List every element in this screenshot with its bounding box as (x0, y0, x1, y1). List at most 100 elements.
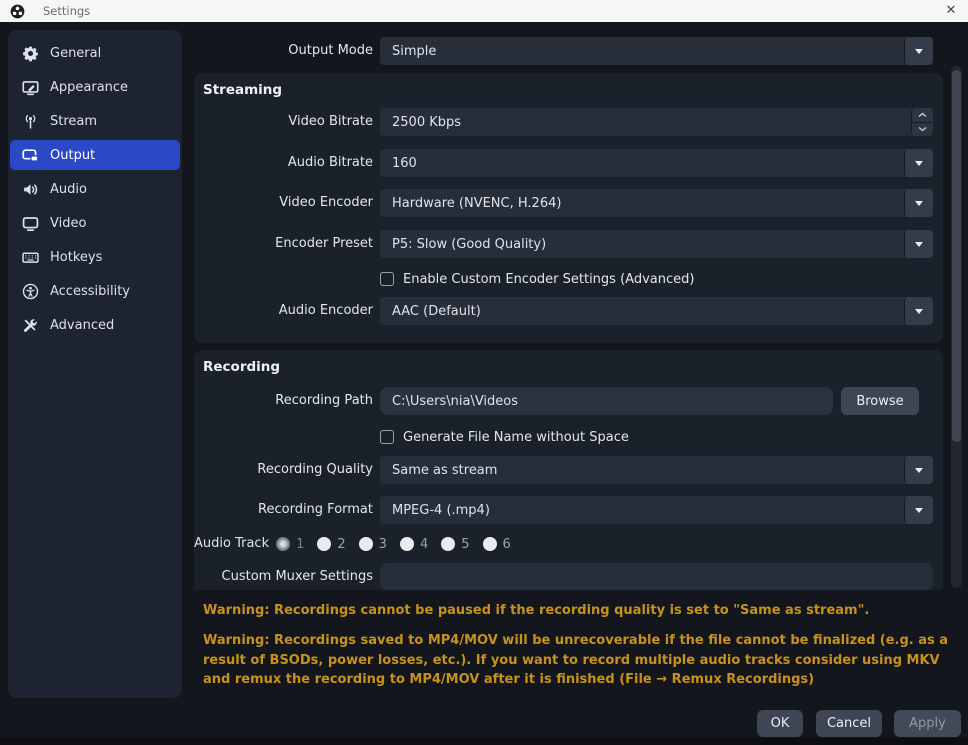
browse-button[interactable]: Browse (841, 387, 919, 415)
audio-track-option-3[interactable]: 3 (359, 537, 387, 552)
settings-window: Settings ✕ General Appearance Stream Out… (0, 0, 968, 745)
sidebar-item-stream[interactable]: Stream (10, 106, 180, 136)
sidebar-item-output[interactable]: Output (10, 140, 180, 170)
stream-icon (22, 113, 39, 130)
sidebar-item-advanced[interactable]: Advanced (10, 310, 180, 340)
audio-track-option-6[interactable]: 6 (483, 537, 511, 552)
video-encoder-value: Hardware (NVENC, H.264) (392, 196, 561, 211)
recording-header: Recording (203, 359, 280, 375)
encoder-preset-value: P5: Slow (Good Quality) (392, 237, 546, 252)
streaming-header: Streaming (203, 82, 282, 98)
spinner-buttons (911, 108, 933, 136)
chevron-down-icon[interactable] (904, 189, 933, 217)
spin-down-icon[interactable] (912, 123, 933, 137)
audio-encoder-select[interactable]: AAC (Default) (380, 297, 933, 325)
sidebar-item-accessibility[interactable]: Accessibility (10, 276, 180, 306)
custom-muxer-input[interactable] (380, 563, 933, 590)
cancel-button[interactable]: Cancel (816, 710, 882, 737)
ok-button[interactable]: OK (757, 710, 803, 737)
sidebar-item-label: Appearance (50, 80, 128, 95)
recording-format-row: Recording Format MPEG-4 (.mp4) (194, 496, 933, 524)
output-mode-label: Output Mode (0, 37, 373, 65)
apply-button[interactable]: Apply (894, 710, 961, 737)
radio-icon[interactable] (441, 537, 455, 551)
window-bottom-edge (0, 738, 968, 745)
encoder-preset-row: Encoder Preset P5: Slow (Good Quality) (194, 230, 933, 258)
custom-encoder-settings-label: Enable Custom Encoder Settings (Advanced… (403, 272, 694, 287)
vertical-scrollbar[interactable] (951, 66, 962, 588)
close-icon[interactable]: ✕ (941, 1, 961, 21)
output-icon (22, 147, 39, 164)
audio-encoder-row: Audio Encoder AAC (Default) (194, 297, 933, 325)
chevron-down-icon[interactable] (904, 496, 933, 524)
recording-format-label: Recording Format (194, 496, 373, 524)
sidebar-item-label: Output (50, 148, 95, 163)
audio-encoder-value: AAC (Default) (392, 304, 481, 319)
recording-quality-value: Same as stream (392, 463, 497, 478)
recording-groupbox: Recording Recording Path Browse Generate… (194, 350, 943, 590)
audio-bitrate-select[interactable]: 160 (380, 149, 933, 177)
hotkeys-icon (22, 249, 39, 266)
encoder-preset-select[interactable]: P5: Slow (Good Quality) (380, 230, 933, 258)
appearance-icon (22, 79, 39, 96)
custom-encoder-settings-row: Enable Custom Encoder Settings (Advanced… (380, 271, 694, 287)
recording-path-label: Recording Path (194, 387, 373, 415)
audio-track-option-1[interactable]: 1 (276, 537, 304, 552)
radio-selected-icon[interactable] (276, 537, 290, 551)
custom-encoder-settings-checkbox[interactable] (380, 272, 394, 286)
sidebar-item-appearance[interactable]: Appearance (10, 72, 180, 102)
sidebar-item-label: Audio (50, 182, 87, 197)
window-title: Settings (43, 4, 90, 18)
output-mode-row: Output Mode Simple (0, 37, 933, 65)
filename-without-space-row: Generate File Name without Space (380, 429, 629, 445)
video-bitrate-spinner[interactable]: 2500 Kbps (380, 108, 933, 136)
radio-icon[interactable] (317, 537, 331, 551)
audio-track-option-4[interactable]: 4 (400, 537, 428, 552)
recording-path-row: Recording Path Browse (194, 387, 933, 415)
recording-path-input[interactable] (380, 387, 833, 415)
audio-track-option-2[interactable]: 2 (317, 537, 345, 552)
sidebar-item-hotkeys[interactable]: Hotkeys (10, 242, 180, 272)
radio-icon[interactable] (359, 537, 373, 551)
sidebar-item-label: Video (50, 216, 86, 231)
video-encoder-label: Video Encoder (194, 189, 373, 217)
streaming-groupbox: Streaming Video Bitrate 2500 Kbps Audio … (194, 73, 943, 343)
output-mode-value: Simple (392, 44, 436, 59)
sidebar-item-label: Hotkeys (50, 250, 102, 265)
video-bitrate-row: Video Bitrate 2500 Kbps (194, 108, 933, 136)
video-bitrate-value: 2500 Kbps (392, 115, 461, 130)
recording-format-select[interactable]: MPEG-4 (.mp4) (380, 496, 933, 524)
chevron-down-icon[interactable] (904, 297, 933, 325)
sidebar-item-audio[interactable]: Audio (10, 174, 180, 204)
encoder-preset-label: Encoder Preset (194, 230, 373, 258)
sidebar-item-label: Stream (50, 114, 97, 129)
chevron-down-icon[interactable] (904, 149, 933, 177)
sidebar-item-video[interactable]: Video (10, 208, 180, 238)
recording-format-value: MPEG-4 (.mp4) (392, 503, 490, 518)
accessibility-icon (22, 283, 39, 300)
audio-encoder-label: Audio Encoder (194, 297, 373, 325)
video-encoder-select[interactable]: Hardware (NVENC, H.264) (380, 189, 933, 217)
chevron-down-icon[interactable] (904, 456, 933, 484)
recording-quality-select[interactable]: Same as stream (380, 456, 933, 484)
spin-up-icon[interactable] (912, 108, 933, 123)
audio-track-option-5[interactable]: 5 (441, 537, 469, 552)
chevron-down-icon[interactable] (904, 37, 933, 65)
chevron-down-icon[interactable] (904, 230, 933, 258)
radio-icon[interactable] (483, 537, 497, 551)
video-bitrate-label: Video Bitrate (194, 108, 373, 136)
sidebar-item-label: Accessibility (50, 284, 130, 299)
warning-pause-text: Warning: Recordings cannot be paused if … (203, 601, 951, 621)
radio-icon[interactable] (400, 537, 414, 551)
video-encoder-row: Video Encoder Hardware (NVENC, H.264) (194, 189, 933, 217)
warning-mp4-text: Warning: Recordings saved to MP4/MOV wil… (203, 631, 959, 690)
advanced-icon (22, 317, 39, 334)
obs-logo-icon (10, 4, 25, 19)
video-icon (22, 215, 39, 232)
scrollbar-thumb[interactable] (952, 70, 961, 442)
window-titlebar: Settings ✕ (0, 0, 968, 22)
filename-without-space-checkbox[interactable] (380, 430, 394, 444)
audio-track-label: Audio Track (194, 536, 269, 552)
audio-bitrate-value: 160 (392, 156, 417, 171)
output-mode-select[interactable]: Simple (380, 37, 933, 65)
